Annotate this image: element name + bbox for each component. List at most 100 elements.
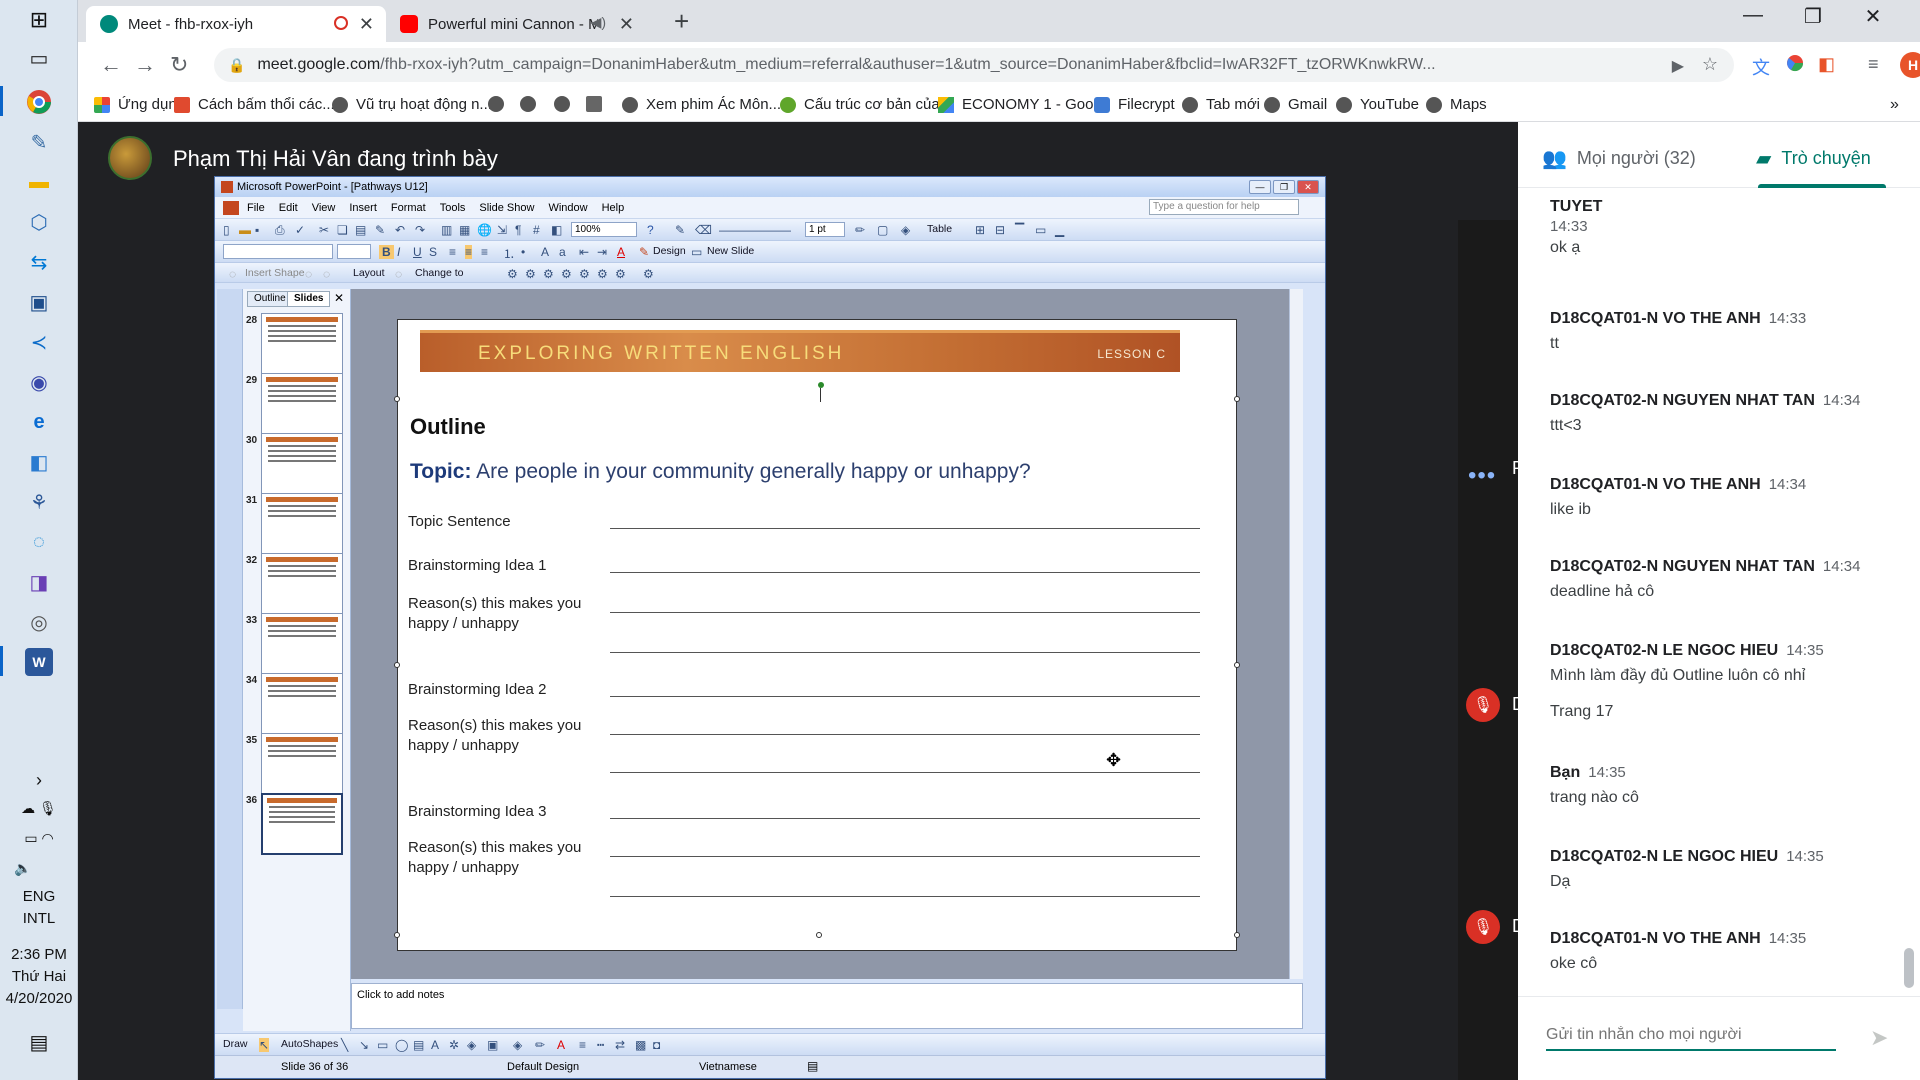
- resize-handle[interactable]: [394, 662, 400, 668]
- camera-icon[interactable]: ▶: [1672, 56, 1684, 76]
- menu-tools[interactable]: Tools: [440, 202, 466, 214]
- shadow-button[interactable]: S: [429, 245, 437, 259]
- bold-button[interactable]: B: [379, 245, 394, 259]
- font-name-select[interactable]: [223, 244, 333, 259]
- network-tool-icon[interactable]: ⚘: [25, 488, 53, 516]
- arrow-style-icon[interactable]: ⇄: [615, 1038, 625, 1052]
- fill-color-icon[interactable]: ◈: [901, 223, 910, 237]
- volume-icon[interactable]: 🔈: [0, 860, 78, 877]
- more-bookmarks-button[interactable]: »: [1890, 96, 1899, 114]
- more-options-icon[interactable]: •••: [1468, 462, 1496, 490]
- paste-icon[interactable]: ▤: [355, 223, 366, 237]
- org-chart-tool-icon[interactable]: ⚙: [507, 267, 518, 281]
- design-icon[interactable]: ✎: [639, 245, 649, 259]
- bookmark-icon-only[interactable]: [520, 96, 544, 112]
- slide-thumbnail[interactable]: [261, 433, 343, 495]
- bookmark-icon-only[interactable]: [488, 96, 512, 112]
- align-center-text-icon[interactable]: ≡: [465, 245, 473, 259]
- menu-view[interactable]: View: [312, 202, 336, 214]
- copy-icon[interactable]: ❏: [337, 223, 348, 237]
- bookmark-icon-only[interactable]: [554, 96, 578, 112]
- slide-thumbnail[interactable]: [261, 673, 343, 735]
- move-shape-back-icon[interactable]: ◌: [323, 267, 330, 281]
- action-center-icon[interactable]: ▤: [0, 1030, 78, 1055]
- new-file-icon[interactable]: ▯: [223, 223, 230, 237]
- skype-icon[interactable]: ◌: [25, 528, 53, 556]
- merge-cells-icon[interactable]: ⊞: [975, 223, 985, 237]
- font-color-icon[interactable]: A: [617, 245, 625, 259]
- expand-icon[interactable]: ⇲: [497, 223, 507, 237]
- redo-icon[interactable]: ↷: [415, 223, 425, 237]
- picture-tool-icon[interactable]: ▣: [487, 1038, 498, 1052]
- italic-button[interactable]: I: [397, 245, 400, 259]
- grow-font-icon[interactable]: A: [541, 245, 549, 259]
- bookmark-item[interactable]: Cấu trúc cơ bản của...: [780, 96, 952, 113]
- eraser-icon[interactable]: ⌫: [695, 223, 712, 237]
- bookmark-item[interactable]: Vũ trụ hoạt động n...: [332, 96, 492, 113]
- draw-menu-button[interactable]: Draw: [223, 1038, 248, 1050]
- slides-tab[interactable]: Slides: [287, 291, 331, 307]
- help-search-box[interactable]: Type a question for help: [1149, 199, 1299, 215]
- bullets-icon[interactable]: •: [521, 245, 525, 259]
- close-pane-icon[interactable]: ✕: [334, 291, 344, 305]
- rotate-handle[interactable]: [818, 382, 824, 388]
- help-icon[interactable]: ?: [647, 223, 654, 237]
- color-grayscale-icon[interactable]: ◧: [551, 223, 562, 237]
- tab-youtube[interactable]: Powerful mini Cannon - Mak ◀) ✕: [386, 6, 646, 42]
- new-slide-button[interactable]: New Slide: [707, 245, 754, 257]
- line-weight-select[interactable]: 1 pt: [805, 222, 845, 237]
- autoformat-icon[interactable]: ◌: [395, 267, 402, 281]
- org-chart-tool-icon[interactable]: ⚙: [543, 267, 554, 281]
- resize-handle[interactable]: [394, 396, 400, 402]
- tray-expand-icon[interactable]: ›: [0, 770, 78, 791]
- border-color-icon[interactable]: ✏: [855, 223, 865, 237]
- minimize-window-icon[interactable]: —: [1728, 4, 1778, 27]
- font-size-select[interactable]: [337, 244, 371, 259]
- bookmark-item[interactable]: ECONOMY 1 - Goo...: [938, 96, 1106, 113]
- slide-vertical-scrollbar[interactable]: [1289, 289, 1303, 979]
- menu-slide-show[interactable]: Slide Show: [479, 202, 534, 214]
- diagram-tool-icon[interactable]: ✲: [449, 1038, 459, 1052]
- dash-style-icon[interactable]: ┅: [597, 1038, 604, 1052]
- slide-thumbnail[interactable]: [261, 313, 343, 375]
- bookmark-star-icon[interactable]: ☆: [1702, 54, 1718, 75]
- line-color-tool-icon[interactable]: ✏: [535, 1038, 545, 1052]
- resize-handle[interactable]: [1234, 932, 1240, 938]
- zoom-select[interactable]: 100%: [571, 222, 637, 237]
- media-app-icon[interactable]: ◉: [25, 368, 53, 396]
- line-style-icon[interactable]: ≡: [579, 1038, 586, 1052]
- slide-thumbnail[interactable]: [261, 493, 343, 555]
- package-app-icon[interactable]: ⬡: [25, 208, 53, 236]
- table-menu-button[interactable]: Table: [927, 223, 952, 235]
- task-view-icon[interactable]: ▭: [25, 44, 53, 72]
- shadow-style-icon[interactable]: ▩: [635, 1038, 646, 1052]
- design-button[interactable]: Design: [653, 245, 686, 257]
- oval-tool-icon[interactable]: ◯: [395, 1038, 408, 1052]
- org-chart-tool-icon[interactable]: ⚙: [525, 267, 536, 281]
- visual-studio-icon[interactable]: ◨: [25, 568, 53, 596]
- close-tab-icon[interactable]: ✕: [619, 14, 634, 35]
- language-indicator-2[interactable]: INTL: [0, 910, 78, 927]
- org-chart-tool-icon[interactable]: ⚙: [597, 267, 608, 281]
- clock-date[interactable]: 4/20/2020: [0, 990, 78, 1007]
- numbering-icon[interactable]: ⒈: [503, 245, 515, 262]
- tab-chat[interactable]: ▰ Trò chuyện: [1756, 146, 1871, 171]
- back-icon[interactable]: ←: [100, 52, 122, 78]
- menu-edit[interactable]: Edit: [279, 202, 298, 214]
- bookmark-apps[interactable]: Ứng dụng: [94, 96, 185, 113]
- textbox-tool-icon[interactable]: ▤: [413, 1038, 424, 1052]
- file-explorer-icon[interactable]: ▬: [25, 168, 53, 196]
- app-icon[interactable]: ◎: [25, 608, 53, 636]
- slide-thumbnail-selected[interactable]: [261, 793, 343, 855]
- align-left-icon[interactable]: ≡: [449, 245, 456, 259]
- media-control-icon[interactable]: ≡: [1868, 54, 1879, 75]
- arrow-tool-icon[interactable]: ↘: [359, 1038, 369, 1052]
- draw-table-icon[interactable]: ✎: [675, 223, 685, 237]
- bookmark-icon-only[interactable]: [586, 96, 610, 112]
- open-folder-icon[interactable]: ▬: [239, 223, 251, 237]
- org-chart-tool-icon[interactable]: ⚙: [561, 267, 572, 281]
- underline-button[interactable]: U: [413, 245, 422, 259]
- close-window-icon[interactable]: ✕: [1848, 4, 1898, 29]
- menu-insert[interactable]: Insert: [349, 202, 377, 214]
- tab-meet[interactable]: Meet - fhb-rxox-iyh ✕: [86, 6, 386, 42]
